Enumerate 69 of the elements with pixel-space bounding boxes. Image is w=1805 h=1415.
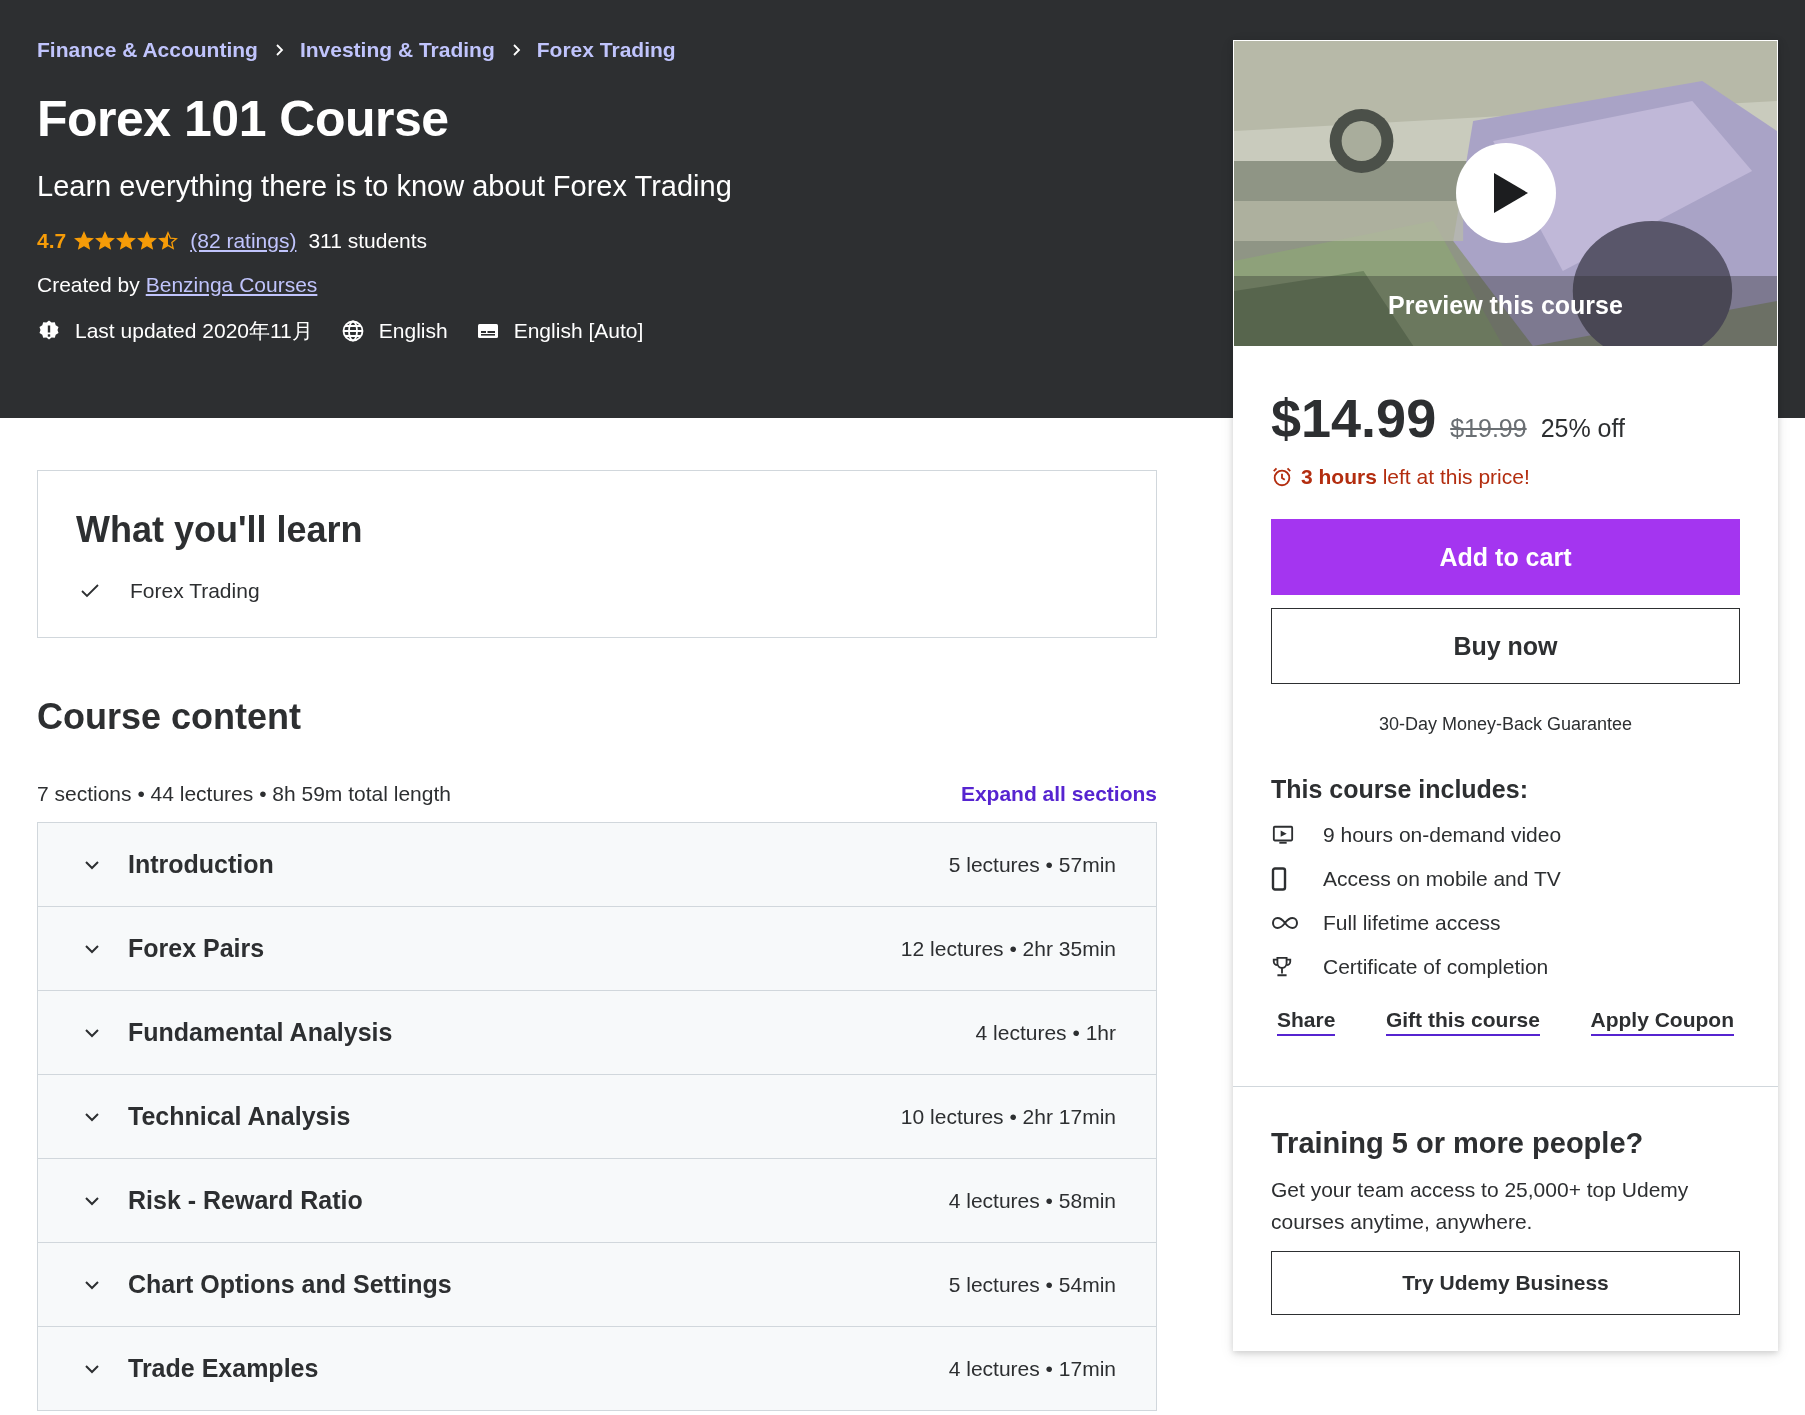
action-link[interactable]: Share <box>1277 1008 1336 1036</box>
section-title: Technical Analysis <box>128 1102 352 1131</box>
author-link[interactable]: Benzinga Courses <box>145 273 318 297</box>
action-link[interactable]: Gift this course <box>1385 1008 1540 1036</box>
buy-now-button[interactable]: Buy now <box>1271 608 1740 684</box>
action-link[interactable]: Apply Coupon <box>1590 1008 1734 1036</box>
meta-text: Last updated 2020年11月 <box>75 318 313 344</box>
section-title: Forex Pairs <box>128 934 266 963</box>
business-heading: Training 5 or more people? <box>1271 1127 1645 1160</box>
include-text: Access on mobile and TV <box>1323 867 1561 891</box>
content-summary: 7 sections • 44 lectures • 8h 59m total length <box>37 782 451 806</box>
section-header[interactable]: Chart Options and Settings 5 lectures • 54min <box>38 1243 1156 1327</box>
section-header[interactable]: Technical Analysis 10 lectures • 2hr 17min <box>38 1075 1156 1159</box>
trophy-icon <box>1271 956 1293 978</box>
section-title: Fundamental Analysis <box>128 1018 394 1047</box>
original-price: $19.99 <box>1450 414 1527 443</box>
include-text: Full lifetime access <box>1323 911 1501 935</box>
section-info: 5 lectures • 57min <box>948 852 1116 877</box>
countdown-text: 3 hours left at this price! <box>1301 465 1530 489</box>
play-icon <box>1456 143 1556 243</box>
current-price: $14.99 <box>1271 387 1437 449</box>
section-header[interactable]: Forex Pairs 12 lectures • 2hr 35min <box>38 907 1156 991</box>
course-title: Forex 101 Course <box>37 90 450 148</box>
section-title: Risk - Reward Ratio <box>128 1186 364 1215</box>
section-title: Introduction <box>128 850 275 879</box>
breadcrumb-link[interactable]: Forex Trading <box>536 38 676 62</box>
expand-all-link[interactable]: Expand all sections <box>960 782 1157 806</box>
add-to-cart-button[interactable]: Add to cart <box>1271 519 1740 595</box>
section-info: 5 lectures • 54min <box>948 1272 1116 1297</box>
course-subtitle: Learn everything there is to know about Forex Trading <box>37 170 733 203</box>
alarm-clock-icon <box>1271 466 1293 488</box>
section-header[interactable]: Introduction 5 lectures • 57min <box>38 823 1156 907</box>
include-text: Certificate of completion <box>1323 955 1549 979</box>
learn-item-text: Forex Trading <box>130 579 260 603</box>
section-info: 10 lectures • 2hr 17min <box>900 1104 1116 1129</box>
breadcrumb-link[interactable]: Finance & Accounting <box>37 38 258 62</box>
section-title: Trade Examples <box>128 1354 320 1383</box>
rating-value: 4.7 <box>37 229 67 253</box>
discount-label: 25% off <box>1540 414 1625 443</box>
try-business-button[interactable]: Try Udemy Business <box>1271 1251 1740 1315</box>
section-title: Chart Options and Settings <box>128 1270 453 1299</box>
breadcrumb-link[interactable]: Investing & Trading <box>299 38 495 62</box>
learn-heading: What you'll learn <box>76 509 364 551</box>
includes-heading: This course includes: <box>1271 775 1529 804</box>
meta-text: English [Auto] <box>513 319 644 343</box>
checkmark-icon <box>80 583 100 599</box>
created-by-label: Created by <box>37 273 140 297</box>
globe-icon <box>340 319 365 343</box>
section-header[interactable]: Risk - Reward Ratio 4 lectures • 58min <box>38 1159 1156 1243</box>
phone-icon <box>1271 867 1287 891</box>
students-count: 311 students <box>308 229 428 253</box>
ratings-link[interactable]: (82 ratings) <box>190 229 297 253</box>
course-content-heading: Course content <box>37 696 303 738</box>
preview-video[interactable]: Preview this course <box>1233 40 1778 347</box>
infinity-icon <box>1271 916 1299 930</box>
preview-label: Preview this course <box>1387 291 1624 320</box>
video-icon <box>1271 824 1295 846</box>
section-info: 4 lectures • 1hr <box>975 1020 1116 1045</box>
chevron-right-icon <box>273 43 284 57</box>
section-header[interactable]: Fundamental Analysis 4 lectures • 1hr <box>38 991 1156 1075</box>
guarantee-text: 30-Day Money-Back Guarantee <box>1377 714 1634 735</box>
chevron-right-icon <box>510 43 521 57</box>
section-header[interactable]: Trade Examples 4 lectures • 17min <box>38 1327 1156 1411</box>
section-info: 4 lectures • 58min <box>948 1188 1116 1213</box>
business-text: Get your team access to 25,000+ top Udemy courses anytime, anywhere. <box>1271 1177 1690 1235</box>
section-info: 12 lectures • 2hr 35min <box>900 936 1116 961</box>
include-text: 9 hours on-demand video <box>1323 823 1562 847</box>
meta-text: English <box>378 319 448 343</box>
section-info: 4 lectures • 17min <box>948 1356 1116 1381</box>
